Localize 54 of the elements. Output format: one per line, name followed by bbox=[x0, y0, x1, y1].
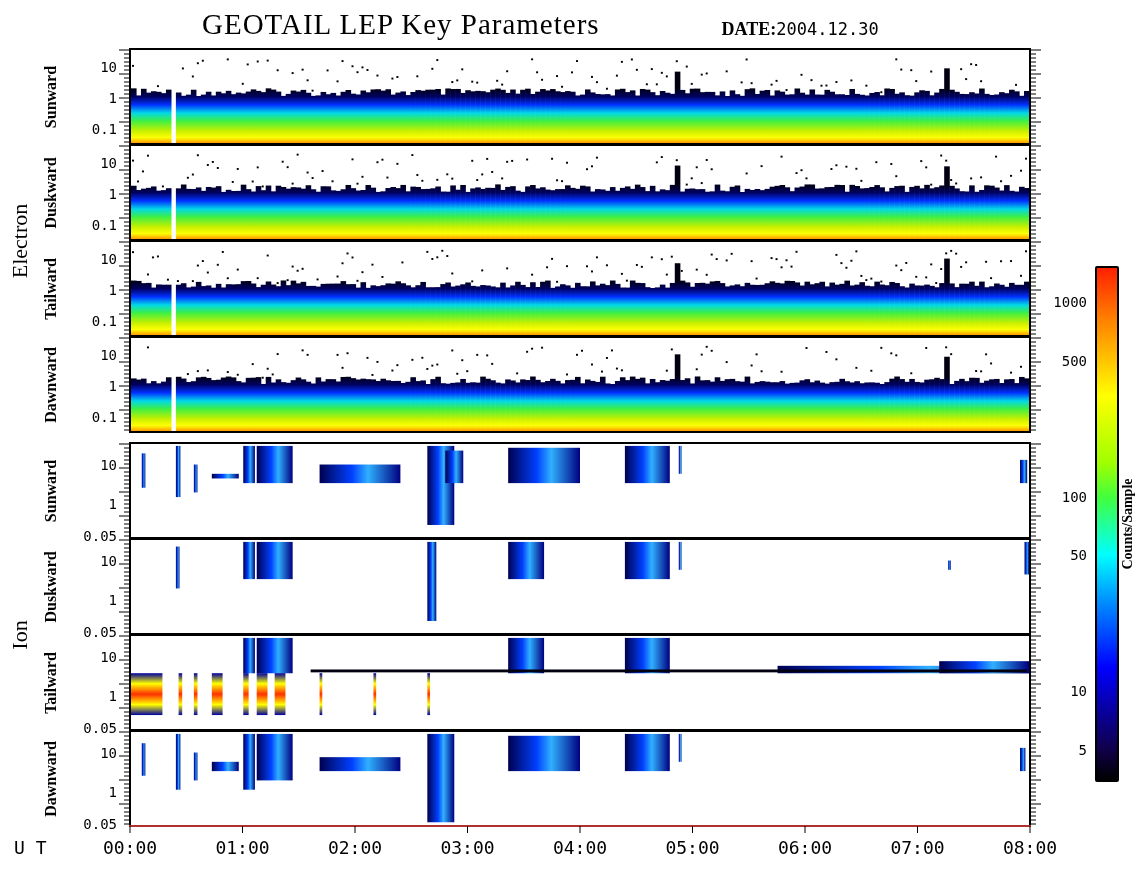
date-label: DATE: bbox=[721, 18, 777, 40]
y-tick-label: 1 bbox=[108, 496, 117, 513]
chart-title: GEOTAIL LEP Key Parameters bbox=[202, 7, 600, 41]
panel-label: Sunward bbox=[42, 459, 60, 522]
panel-label: Dawnward bbox=[42, 346, 60, 423]
time-tick-label: 04:00 bbox=[552, 837, 608, 858]
panel-label: Tailward bbox=[42, 257, 60, 320]
date-value: 2004.12.30 bbox=[776, 18, 879, 39]
panel-label: Tailward bbox=[42, 651, 60, 714]
y-tick-label: 1 bbox=[108, 282, 117, 299]
y-tick-label: 1 bbox=[108, 90, 117, 107]
y-tick-label: 1 bbox=[108, 688, 117, 705]
time-tick-label: 05:00 bbox=[665, 837, 720, 858]
colorbar-label: Counts/Sample bbox=[1120, 478, 1136, 570]
colorbar-tick-label: 500 bbox=[1061, 352, 1087, 369]
y-tick-label: 1 bbox=[108, 186, 117, 203]
time-tick-label: 07:00 bbox=[890, 837, 945, 858]
y-tick-label: 10 bbox=[100, 553, 117, 570]
y-tick-label: 1 bbox=[108, 592, 117, 609]
time-tick-label: 08:00 bbox=[1002, 837, 1058, 858]
y-tick-label: 0.05 bbox=[83, 528, 117, 545]
axis-label: U T bbox=[13, 837, 48, 860]
time-tick-label: 00:00 bbox=[102, 837, 158, 858]
time-tick-label: 03:00 bbox=[440, 837, 495, 858]
y-tick-label: 10 bbox=[100, 457, 117, 474]
time-tick-label: 01:00 bbox=[215, 837, 270, 858]
y-tick-label: 0.1 bbox=[91, 313, 117, 330]
y-tick-label: 10 bbox=[100, 649, 117, 666]
colorbar-tick-label: 1000 bbox=[1053, 294, 1087, 311]
panel-label: Duskward bbox=[42, 156, 60, 229]
y-tick-label: 0.1 bbox=[91, 217, 117, 234]
time-tick-label: 02:00 bbox=[327, 837, 383, 858]
colorbar-tick-label: 10 bbox=[1070, 683, 1087, 700]
y-tick-label: 10 bbox=[100, 155, 117, 172]
y-tick-label: 10 bbox=[100, 745, 117, 762]
group-label: Ion bbox=[7, 619, 33, 650]
colorbar-tick-label: 100 bbox=[1061, 488, 1087, 505]
time-tick-label: 06:00 bbox=[777, 837, 833, 858]
y-tick-label: 10 bbox=[100, 59, 117, 76]
panel-label: Dawnward bbox=[42, 740, 60, 817]
group-label: Electron bbox=[7, 203, 33, 278]
y-tick-label: 10 bbox=[100, 251, 117, 268]
y-tick-label: 0.05 bbox=[83, 624, 117, 641]
panel-label: Duskward bbox=[42, 550, 60, 623]
colorbar-tick-label: 5 bbox=[1078, 742, 1087, 759]
y-tick-label: 1 bbox=[108, 784, 117, 801]
y-tick-label: 1 bbox=[108, 378, 117, 395]
y-tick-label: 0.05 bbox=[83, 720, 117, 737]
y-tick-label: 0.05 bbox=[83, 816, 117, 833]
y-tick-label: 0.1 bbox=[91, 121, 117, 138]
y-tick-label: 10 bbox=[100, 347, 117, 364]
y-tick-label: 0.1 bbox=[91, 409, 117, 426]
panel-label: Sunward bbox=[42, 65, 60, 128]
colorbar-tick-label: 50 bbox=[1070, 547, 1087, 564]
